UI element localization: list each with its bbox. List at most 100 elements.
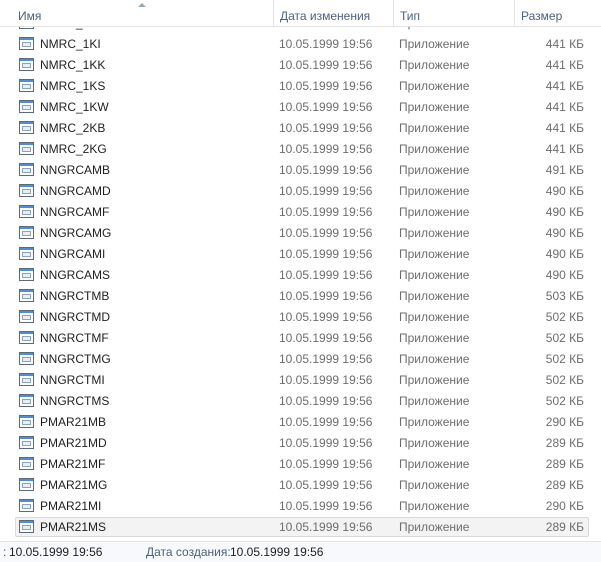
file-size: 289 КБ	[545, 520, 584, 534]
file-size: 502 КБ	[545, 310, 584, 324]
file-date-modified: 10.05.1999 19:56	[279, 184, 373, 198]
file-date-modified: 10.05.1999 19:56	[279, 205, 373, 219]
application-window-icon	[19, 415, 34, 428]
application-window-icon	[19, 499, 34, 512]
application-window-icon	[19, 100, 34, 113]
file-name: NMRC_1KK	[40, 58, 106, 72]
column-header-date-modified[interactable]: Дата изменения	[273, 0, 393, 26]
application-window-icon	[19, 436, 34, 449]
file-size: 502 КБ	[545, 352, 584, 366]
file-size: 441 КБ	[545, 79, 584, 93]
file-row[interactable]: PMAR21MB 10.05.1999 19:56 Приложение 290 КБ	[0, 412, 601, 433]
file-row[interactable]: NNGRCAMD 10.05.1999 19:56 Приложение 490 КБ	[0, 181, 601, 202]
file-type: Приложение	[399, 499, 470, 513]
status-created-value: 10.05.1999 19:56	[230, 545, 324, 559]
file-type: Приложение	[399, 520, 470, 534]
status-modified-value: 10.05.1999 19:56	[9, 545, 103, 559]
application-window-icon	[19, 163, 34, 176]
file-date-modified: 10.05.1999 19:56	[279, 226, 373, 240]
file-row[interactable]: NMRC_2KG 10.05.1999 19:56 Приложение 441 КБ	[0, 139, 601, 160]
file-size: 502 КБ	[545, 331, 584, 345]
file-row[interactable]: PMAR21MD 10.05.1999 19:56 Приложение 289 КБ	[0, 433, 601, 454]
file-size: 502 КБ	[545, 394, 584, 408]
file-row[interactable]: PMAR21MS 10.05.1999 19:56 Приложение 289 КБ	[0, 517, 601, 538]
file-name: NNGRCAMB	[40, 163, 111, 177]
file-date-modified: 10.05.1999 19:56	[279, 37, 373, 51]
file-row[interactable]: NNGRCAMG 10.05.1999 19:56 Приложение 490 КБ	[0, 223, 601, 244]
file-name: NMRC_2KB	[40, 121, 106, 135]
application-window-icon	[19, 121, 34, 134]
file-row[interactable]: NNGRCTMI 10.05.1999 19:56 Приложение 502 КБ	[0, 370, 601, 391]
file-type: Приложение	[399, 478, 470, 492]
file-name: NNGRCTMI	[40, 373, 105, 387]
column-header-name[interactable]: Имя	[12, 0, 273, 26]
file-type: Приложение	[399, 415, 470, 429]
file-date-modified: 10.05.1999 19:56	[279, 457, 373, 471]
column-header-type[interactable]: Тип	[393, 0, 514, 26]
file-size: 290 КБ	[545, 415, 584, 429]
file-size: 441 КБ	[546, 26, 584, 34]
file-size: 503 КБ	[545, 289, 584, 303]
file-row[interactable]: NNGRCAMS 10.05.1999 19:56 Приложение 490 КБ	[0, 265, 601, 286]
file-type: Приложение	[399, 310, 470, 324]
file-name: NNGRCAMG	[40, 226, 112, 240]
file-date-modified: 10.05.1999 19:56	[279, 499, 373, 513]
application-window-icon	[19, 373, 34, 386]
file-row[interactable]: NMRC_1KG 10.05.1999 19:56 Приложение 441 КБ	[0, 26, 601, 34]
application-window-icon	[19, 184, 34, 197]
file-date-modified: 10.05.1999 19:56	[279, 331, 373, 345]
application-window-icon	[19, 247, 34, 260]
column-header-size[interactable]: Размер	[514, 0, 601, 26]
file-type: Приложение	[399, 184, 470, 198]
file-size: 289 КБ	[545, 457, 584, 471]
file-row[interactable]: NNGRCAMF 10.05.1999 19:56 Приложение 490 КБ	[0, 202, 601, 223]
file-row[interactable]: PMAR21MI 10.05.1999 19:56 Приложение 290 КБ	[0, 496, 601, 517]
file-row[interactable]: NMRC_1KS 10.05.1999 19:56 Приложение 441 КБ	[0, 76, 601, 97]
file-size: 441 КБ	[545, 100, 584, 114]
file-date-modified: 10.05.1999 19:56	[279, 436, 373, 450]
file-row[interactable]: PMAR21MF 10.05.1999 19:56 Приложение 289 КБ	[0, 454, 601, 475]
file-date-modified: 10.05.1999 19:56	[279, 394, 373, 408]
file-date-modified: 10.05.1999 19:56	[279, 142, 373, 156]
file-row[interactable]: NMRC_1KW 10.05.1999 19:56 Приложение 441 КБ	[0, 97, 601, 118]
file-date-modified: 10.05.1999 19:56	[279, 415, 373, 429]
file-size: 441 КБ	[545, 58, 584, 72]
file-date-modified: 10.05.1999 19:56	[279, 268, 373, 282]
file-type: Приложение	[399, 205, 470, 219]
file-size: 289 КБ	[545, 478, 584, 492]
file-type: Приложение	[399, 100, 470, 114]
file-type: Приложение	[399, 163, 470, 177]
file-row[interactable]: NMRC_2KB 10.05.1999 19:56 Приложение 441 КБ	[0, 118, 601, 139]
file-date-modified: 10.05.1999 19:56	[279, 289, 373, 303]
file-row[interactable]: NNGRCTMF 10.05.1999 19:56 Приложение 502 КБ	[0, 328, 601, 349]
file-row[interactable]: NNGRCAMB 10.05.1999 19:56 Приложение 491 КБ	[0, 160, 601, 181]
file-date-modified: 10.05.1999 19:56	[279, 478, 373, 492]
application-window-icon	[19, 457, 34, 470]
file-row[interactable]: NNGRCTMB 10.05.1999 19:56 Приложение 503 КБ	[0, 286, 601, 307]
application-window-icon	[19, 142, 34, 155]
application-window-icon	[19, 520, 34, 533]
file-date-modified: 10.05.1999 19:56	[279, 310, 373, 324]
file-size: 490 КБ	[545, 205, 584, 219]
file-type: Приложение	[399, 58, 470, 72]
file-name: NNGRCTMS	[40, 394, 110, 408]
file-name: NMRC_2KG	[40, 142, 107, 156]
file-row[interactable]: NNGRCTMS 10.05.1999 19:56 Приложение 502 КБ	[0, 391, 601, 412]
file-size: 491 КБ	[545, 163, 584, 177]
file-row[interactable]: NMRC_1KI 10.05.1999 19:56 Приложение 441 КБ	[0, 34, 601, 55]
file-type: Приложение	[399, 436, 470, 450]
file-type: Приложение	[399, 373, 470, 387]
status-bar: : 10.05.1999 19:56 Дата создания: 10.05.…	[0, 541, 601, 562]
file-name: NNGRCTMF	[40, 331, 109, 345]
file-row[interactable]: NNGRCTMG 10.05.1999 19:56 Приложение 502 КБ	[0, 349, 601, 370]
file-row[interactable]: NMRC_1KK 10.05.1999 19:56 Приложение 441 КБ	[0, 55, 601, 76]
application-window-icon	[19, 79, 34, 92]
file-type: Приложение	[399, 142, 470, 156]
file-name: NNGRCTMG	[40, 352, 111, 366]
file-row[interactable]: PMAR21MG 10.05.1999 19:56 Приложение 289 КБ	[0, 475, 601, 496]
application-window-icon	[19, 205, 34, 218]
file-date-modified: 10.05.1999 19:56	[279, 352, 373, 366]
status-created-label: Дата создания:	[146, 545, 231, 559]
file-row[interactable]: NNGRCAMI 10.05.1999 19:56 Приложение 490 КБ	[0, 244, 601, 265]
file-row[interactable]: NNGRCTMD 10.05.1999 19:56 Приложение 502 КБ	[0, 307, 601, 328]
